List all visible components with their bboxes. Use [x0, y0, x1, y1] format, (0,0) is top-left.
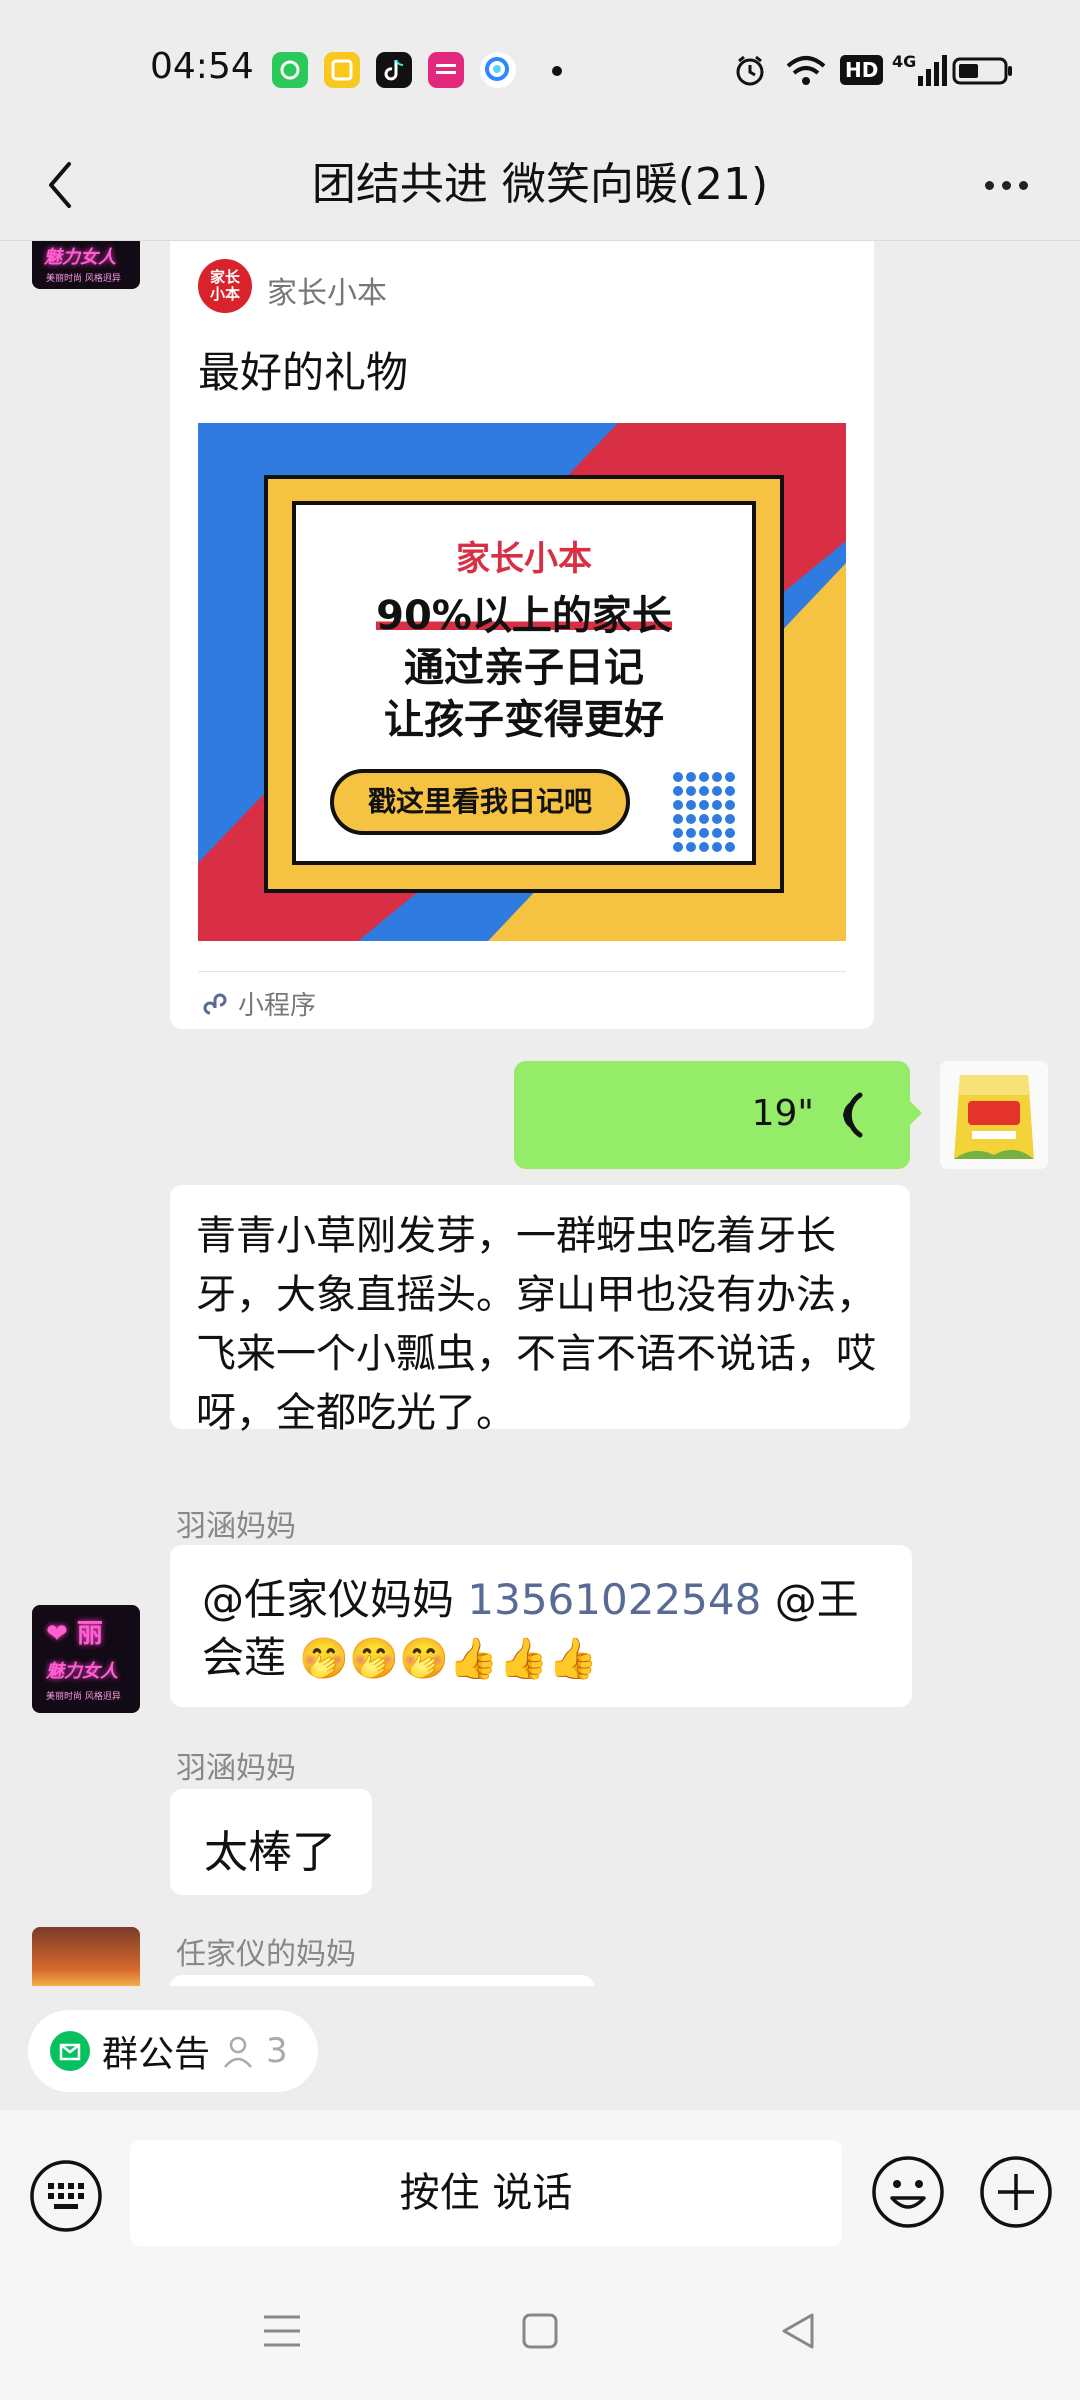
- avatar-renjiayi-mom[interactable]: [32, 1927, 140, 1986]
- sender-name: 任家仪的妈妈: [176, 1937, 356, 1972]
- banner-cta-button: 戳这里看我日记吧: [330, 769, 630, 835]
- mention-message-bubble[interactable]: @任家仪妈妈 13561022548 @王会莲 🤭🤭🤭👍👍👍: [170, 1545, 912, 1707]
- group-notice-button[interactable]: 群公告 3: [28, 2010, 318, 2092]
- avatar-yuhan-mom[interactable]: ❤ 丽 魅力女人 美丽时尚 风格迥异: [32, 1605, 140, 1713]
- hold-to-talk-button[interactable]: 按住 说话: [130, 2140, 842, 2246]
- mini-program-source: 家长小本: [267, 276, 387, 311]
- card-title: 最好的礼物: [198, 348, 409, 397]
- text-message-bubble[interactable]: 太棒了: [170, 1789, 372, 1895]
- status-bar: 04:54 HD 4G: [0, 0, 1080, 130]
- more-dot-icon: [1018, 180, 1028, 190]
- input-bar: 按住 说话: [0, 2110, 1080, 2275]
- message-text: 青青小草刚发芽，一群蚜虫吃着牙长牙，大象直摇头。穿山甲也没有办法，飞来一个小瓢虫…: [196, 1213, 876, 1436]
- announcement-icon: [50, 2031, 90, 2071]
- menu-icon: [264, 2315, 300, 2347]
- text-message-bubble[interactable]: 青青小草刚发芽，一群蚜虫吃着牙长牙，大象直摇头。穿山甲也没有办法，飞来一个小瓢虫…: [170, 1185, 910, 1436]
- notice-bar: 群公告 3: [0, 1986, 1080, 2096]
- mini-program-logo: 家长小本: [198, 259, 252, 313]
- 4g-signal-icon: 4G: [892, 52, 948, 88]
- back-nav-button[interactable]: [778, 2311, 818, 2355]
- emoji-button[interactable]: [870, 2154, 946, 2230]
- more-actions-button[interactable]: [978, 2154, 1054, 2230]
- my-avatar[interactable]: [940, 1061, 1048, 1169]
- sender-name: 羽涵妈妈: [176, 1509, 296, 1544]
- dot-grid-icon: [673, 772, 735, 852]
- mini-program-link-icon: [203, 993, 227, 1014]
- notice-count: 3: [266, 2031, 288, 2071]
- banner-panel: 家长小本 90%以上的家长 通过亲子日记 让孩子变得更好 戳这里看我日记吧: [292, 501, 756, 865]
- voice-duration: 19": [751, 1093, 814, 1134]
- browser-icon: [480, 52, 516, 88]
- avatar-yuhan-mom[interactable]: 魅力女人 美丽时尚 风格迥异: [32, 241, 140, 289]
- mini-program-card[interactable]: 家长小本 家长小本 最好的礼物 家长小本 90%以上的家长 通过亲子日记 让孩子…: [170, 241, 874, 1029]
- chat-title: 团结共进 微笑向暖(21): [311, 159, 769, 210]
- text-message-bubble[interactable]: [170, 1975, 594, 1986]
- hd-icon: HD: [840, 52, 884, 88]
- message-list[interactable]: 魅力女人 美丽时尚 风格迥异 家长小本 家长小本 最好的礼物 家长小本 90%以…: [0, 241, 1080, 1986]
- voice-wave-icon: [843, 1092, 863, 1138]
- pink-app-icon: [428, 52, 464, 88]
- voice-message-bubble[interactable]: 19": [514, 1061, 922, 1169]
- dot-icon: [552, 66, 562, 76]
- chat-header: 团结共进 微笑向暖(21): [0, 130, 1080, 241]
- wechat-mini-icon: [272, 52, 308, 88]
- battery-icon: [952, 52, 1014, 88]
- keyboard-icon: [30, 2160, 102, 2232]
- status-time: 04:54: [150, 46, 254, 87]
- card-divider: [198, 971, 846, 972]
- sender-name: 羽涵妈妈: [176, 1751, 296, 1786]
- yellow-app-icon: [324, 52, 360, 88]
- banner-line2: 通过亲子日记: [404, 645, 644, 691]
- card-banner: 家长小本 90%以上的家长 通过亲子日记 让孩子变得更好 戳这里看我日记吧: [198, 423, 846, 941]
- banner-frame: 家长小本 90%以上的家长 通过亲子日记 让孩子变得更好 戳这里看我日记吧: [264, 475, 784, 893]
- message-text: 太棒了: [204, 1827, 336, 1878]
- plus-icon: [980, 2156, 1052, 2228]
- rice-bag-avatar-icon: [940, 1061, 1048, 1169]
- smiley-icon: [872, 2156, 944, 2228]
- tiktok-icon: [376, 52, 412, 88]
- banner-line1: 90%以上的家长: [376, 593, 672, 639]
- banner-brand: 家长小本: [456, 539, 592, 579]
- banner-line3: 让孩子变得更好: [384, 697, 664, 743]
- bubble-tail: [910, 1101, 934, 1125]
- mini-program-footer: 小程序: [202, 985, 316, 1022]
- more-dot-icon: [984, 180, 994, 190]
- mention-message-text: @任家仪妈妈 13561022548 @王会莲 🤭🤭🤭👍👍👍: [202, 1571, 892, 1688]
- home-square-icon: [522, 2313, 558, 2349]
- more-dot-icon: [1001, 180, 1011, 190]
- back-triangle-icon: [782, 2313, 814, 2349]
- menu-nav-button[interactable]: [262, 2311, 302, 2355]
- alarm-icon: [732, 52, 768, 88]
- home-nav-button[interactable]: [520, 2311, 560, 2355]
- system-nav-bar: [0, 2275, 1080, 2400]
- person-icon: [224, 2036, 252, 2068]
- more-options-button[interactable]: [966, 150, 1046, 220]
- mention-1[interactable]: @任家仪妈妈: [202, 1575, 454, 1624]
- keyboard-toggle-button[interactable]: [28, 2158, 104, 2234]
- emoji-sequence: 🤭🤭🤭👍👍👍: [299, 1636, 599, 1682]
- phone-number-link[interactable]: 13561022548: [467, 1575, 761, 1624]
- wifi-icon: [784, 52, 828, 88]
